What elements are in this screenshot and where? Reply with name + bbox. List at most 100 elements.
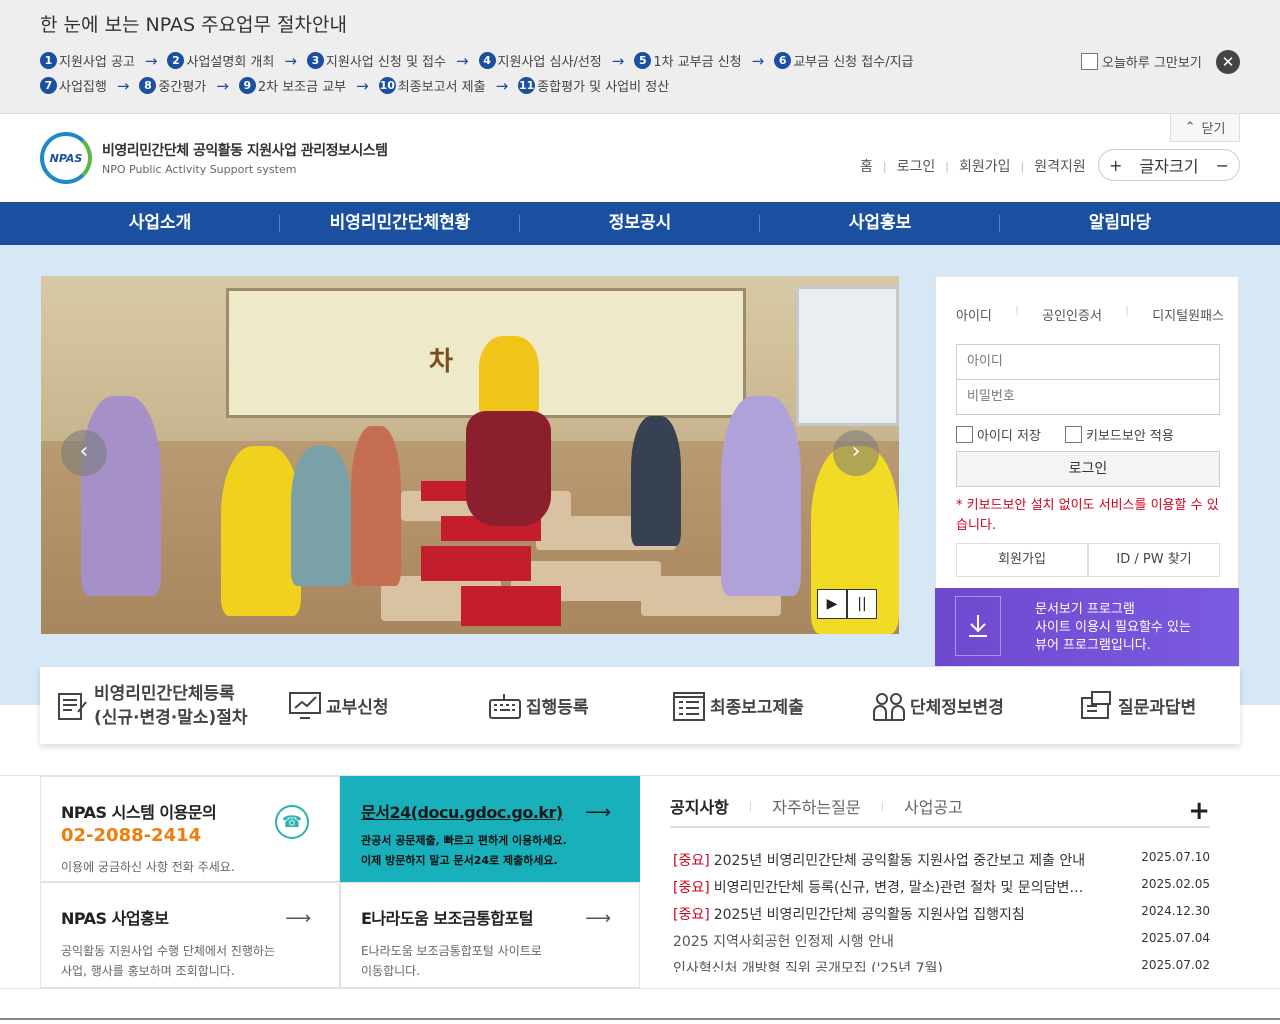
inquiry-desc: 이용에 궁금하신 사항 전화 주세요. <box>61 860 235 874</box>
quick-final-report[interactable]: 최종보고제출 <box>672 667 804 744</box>
password-input[interactable]: 비밀번호 <box>956 379 1220 415</box>
nav-notice-board[interactable]: 알림마당 <box>1000 202 1240 245</box>
nav-promotion[interactable]: 사업홍보 <box>760 202 1000 245</box>
notice-tabs: 공지사항 | 자주하는질문 | 사업공고 <box>670 794 963 818</box>
slide-prev-button[interactable]: ‹ <box>61 430 107 476</box>
step-arrow-icon: → <box>284 51 297 70</box>
step-arrow-icon: → <box>356 76 369 95</box>
site-logo[interactable]: NPAS 비영리민간단체 공익활동 지원사업 관리정보시스템 NPO Publi… <box>40 132 388 184</box>
step-arrow-icon: → <box>216 76 229 95</box>
notice-board: 공지사항 | 자주하는질문 | 사업공고 + [중요] 2025년 비영리민간단체… <box>670 776 1240 988</box>
tab-faq[interactable]: 자주하는질문 <box>772 794 860 818</box>
docu24-card[interactable]: 문서24(docu.gdoc.go.kr) 관공서 공문제출, 빠르고 편하게 … <box>340 776 640 882</box>
step-arrow-icon: → <box>751 51 765 70</box>
tab-notice[interactable]: 공지사항 <box>670 794 729 818</box>
util-join-link[interactable]: 회원가입 <box>959 156 1011 176</box>
logo-subtitle: NPO Public Activity Support system <box>102 163 297 176</box>
step-arrow-icon: → <box>455 51 469 70</box>
chart-monitor-icon <box>289 691 321 719</box>
notice-row[interactable]: [중요] 2025년 비영리민간단체 공익활동 지원사업 중간보고 제출 안내 2… <box>673 850 1210 870</box>
quick-execution-register[interactable]: 집행등록 <box>488 667 589 744</box>
font-increase-button[interactable]: + <box>1109 156 1122 175</box>
login-tabs: 아이디 | 공인인증서 | 디지털원패스 <box>956 305 1224 324</box>
step-2: 2 사업설명회 개최 <box>167 51 274 70</box>
viewer-download-banner[interactable]: 문서보기 프로그램 사이트 이용시 필요할수 있는 뷰어 프로그램입니다. <box>935 588 1239 666</box>
tab-login-id[interactable]: 아이디 <box>956 305 992 324</box>
step-arrow-icon: → <box>611 51 625 70</box>
util-remote-support-link[interactable]: 원격지원 <box>1034 156 1086 176</box>
register-form-icon <box>58 692 87 720</box>
quick-grant-apply[interactable]: 교부신청 <box>288 667 389 744</box>
logo-title: 비영리민간단체 공익활동 지원사업 관리정보시스템 <box>102 143 388 159</box>
enara-title: E나라도움 보조금통합포털 <box>361 909 533 928</box>
step-arrow-icon: → <box>495 76 509 95</box>
step-arrow-icon: → <box>144 51 158 70</box>
quick-org-info-change[interactable]: 단체정보변경 <box>872 667 1004 744</box>
step-8: 8 중간평가 <box>139 76 206 95</box>
step-4: 4 지원사업 심사/선정 <box>478 51 602 70</box>
inquiry-card: NPAS 시스템 이용문의 02-2088-2414 이용에 궁금하신 사항 전… <box>40 776 340 882</box>
arrow-right-icon: ⟶ <box>285 908 311 929</box>
notice-row[interactable]: [중요] 2025년 비영리민간단체 공익활동 지원사업 집행지침 2024.12… <box>673 904 1210 924</box>
inquiry-title: NPAS 시스템 이용문의 <box>61 803 217 822</box>
procedure-steps-row2: 7 사업집행 → 8 중간평가 → 9 2차 보조금 교부 → 10 최종보고서 제출 … <box>40 76 669 95</box>
find-id-pw-button[interactable]: ID / PW 찾기 <box>1088 543 1220 577</box>
step-arrow-icon: → <box>116 76 130 95</box>
keyboard-security-checkbox[interactable]: 키보드보안 적용 <box>1065 425 1174 444</box>
nav-disclosure[interactable]: 정보공시 <box>520 202 760 245</box>
quick-npo-register[interactable]: 비영리민간단체등록 (신규·변경·말소)절차 <box>56 667 248 744</box>
login-button[interactable]: 로그인 <box>956 451 1220 487</box>
download-icon <box>955 596 1001 656</box>
main-navigation: 사업소개 비영리민간단체현황 정보공시 사업홍보 알림마당 <box>0 202 1280 245</box>
join-button[interactable]: 회원가입 <box>956 543 1088 577</box>
tab-login-onepass[interactable]: 디지털원패스 <box>1152 305 1224 324</box>
checkbox-icon[interactable] <box>1081 53 1098 70</box>
promo-card[interactable]: NPAS 사업홍보 공익활동 지원사업 수행 단체에서 진행하는 사업, 행사를… <box>40 882 340 988</box>
procedure-banner: 한 눈에 보는 NPAS 주요업무 절차안내 1 지원사업 공고 → 2 사업설명회… <box>0 0 1280 114</box>
phone-icon: ☎ <box>275 805 309 839</box>
pause-icon[interactable]: || <box>847 589 877 619</box>
more-plus-icon[interactable]: + <box>1188 796 1210 826</box>
enara-card[interactable]: E나라도움 보조금통합포털 E나라도움 보조금통합포털 사이트로 이동합니다. … <box>340 882 640 988</box>
step-5: 5 1차 교부금 신청 <box>634 51 742 70</box>
tab-login-cert[interactable]: 공인인증서 <box>1042 305 1102 324</box>
checkbox-icon[interactable] <box>1065 426 1082 443</box>
step-6: 6 교부금 신청 접수/지급 <box>774 51 914 70</box>
font-size-control: + 글자크기 − <box>1098 149 1240 181</box>
font-decrease-button[interactable]: − <box>1216 156 1229 175</box>
banner-title: 한 눈에 보는 NPAS 주요업무 절차안내 <box>40 14 347 36</box>
notice-row[interactable]: 인사혁신처 개방형 직위 공개모집 ('25년 7월) 2025.07.02 <box>673 958 1210 972</box>
keyboard-icon <box>489 693 521 719</box>
step-9: 9 2차 보조금 교부 <box>238 76 346 95</box>
id-input[interactable]: 아이디 <box>956 344 1220 380</box>
procedure-steps-row1: 1 지원사업 공고 → 2 사업설명회 개최 → 3 지원사업 신청 및 접수 → 4… <box>40 51 914 70</box>
nav-business-intro[interactable]: 사업소개 <box>40 202 280 245</box>
step-11: 11 종합평가 및 사업비 정산 <box>518 77 670 95</box>
slide-next-button[interactable]: › <box>833 430 879 476</box>
arrow-right-icon: ⟶ <box>585 802 611 823</box>
keyboard-security-warning: * 키보드보안 설치 없이도 서비스를 이용할 수 있습니다. <box>956 498 1219 533</box>
notice-row[interactable]: [중요] 비영리민간단체 등록(신규, 변경, 말소)관련 절차 및 문의담변경 … <box>673 877 1210 897</box>
banner-close-button[interactable]: ✕ <box>1216 50 1240 74</box>
tab-announcement[interactable]: 사업공고 <box>904 794 963 818</box>
util-home-link[interactable]: 홈 <box>860 156 873 176</box>
bottom-section: NPAS 시스템 이용문의 02-2088-2414 이용에 궁금하신 사항 전… <box>40 776 1240 988</box>
util-login-link[interactable]: 로그인 <box>897 156 936 176</box>
login-sub-buttons: 회원가입 ID / PW 찾기 <box>956 543 1220 577</box>
slide-controls: ▶ || <box>817 589 877 619</box>
checkbox-icon[interactable] <box>956 426 973 443</box>
quick-qna[interactable]: 질문과답변 <box>1080 667 1196 744</box>
step-7: 7 사업집행 <box>40 76 107 95</box>
group-people-icon <box>873 692 905 721</box>
utility-menu: 홈 | 로그인 | 회원가입 | 원격지원 <box>860 156 1086 176</box>
quick-menu: 비영리민간단체등록 (신규·변경·말소)절차 교부신청 집행등록 최종보고제출 … <box>40 667 1240 744</box>
report-list-icon <box>673 691 705 721</box>
font-size-label: 글자크기 <box>1139 157 1199 176</box>
notice-row[interactable]: 2025 지역사회공헌 인정제 시행 안내 2025.07.04 <box>673 931 1210 951</box>
site-header: NPAS 비영리민간단체 공익활동 지원사업 관리정보시스템 NPO Publi… <box>0 114 1280 202</box>
nav-npo-status[interactable]: 비영리민간단체현황 <box>280 202 520 245</box>
arrow-right-icon: ⟶ <box>585 908 611 929</box>
save-id-checkbox[interactable]: 아이디 저장 <box>956 425 1041 444</box>
play-icon[interactable]: ▶ <box>817 589 847 619</box>
hide-today-checkbox[interactable]: 오늘하루 그만보기 <box>1081 52 1202 71</box>
